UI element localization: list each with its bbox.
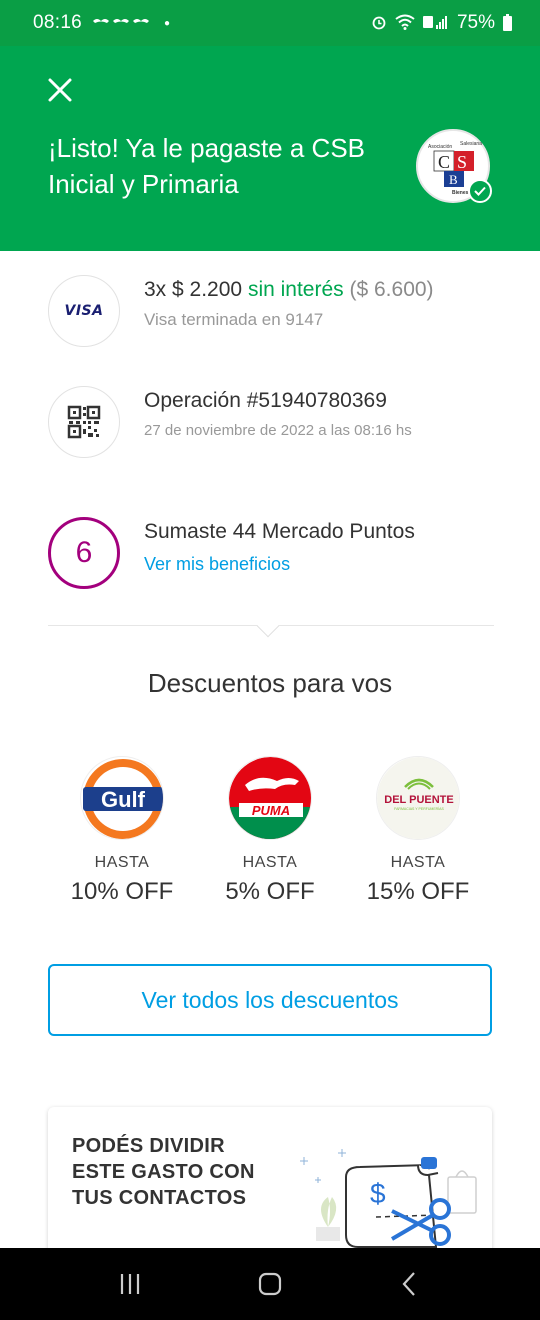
installments-total: ($ 6.600) [349, 278, 434, 301]
visa-icon: VISA [64, 303, 104, 319]
back-button[interactable] [380, 1254, 440, 1314]
split-text: PODÉS DIVIDIR ESTE GASTO CON TUS CONTACT… [72, 1135, 255, 1209]
interest-label: sin interés [247, 278, 344, 301]
check-icon [474, 186, 486, 196]
status-bar: 08:16 ● 75% [0, 0, 540, 46]
verified-badge [468, 179, 492, 203]
system-nav-bar [0, 1248, 540, 1320]
points-info: Sumaste 44 Mercado Puntos Ver mis benefi… [144, 517, 524, 577]
discount-value: 15% OFF [366, 878, 470, 905]
split-expense-card[interactable]: PODÉS DIVIDIR ESTE GASTO CON TUS CONTACT… [48, 1107, 492, 1267]
points-row: 6 Sumaste 44 Mercado Puntos Ver mis bene… [48, 517, 508, 589]
all-discounts-button[interactable]: Ver todos los descuentos [48, 964, 492, 1036]
success-header: ¡Listo! Ya le pagaste a CSB Inicial y Pr… [0, 46, 540, 251]
logo-text-2: Salesiana [460, 141, 482, 147]
merchant-logo: Asociación Salesiana C S B Bienestar [416, 129, 492, 203]
card-brand-icon: VISA [48, 275, 120, 347]
operation-info: Operación #51940780369 27 de noviembre d… [144, 386, 524, 444]
logo-text-1: Asociación [428, 144, 452, 150]
card-info: Visa terminada en 9147 [144, 310, 324, 329]
qr-icon [67, 405, 101, 439]
discount-del-puente[interactable]: DEL PUENTE FARMACIAS Y PERFUMERÍAS HASTA… [343, 756, 493, 906]
benefits-link[interactable]: Ver mis beneficios [144, 551, 524, 577]
discount-label: HASTA [242, 854, 298, 871]
split-dollar-symbol: $ [370, 1178, 386, 1209]
discount-value: 10% OFF [70, 878, 174, 905]
points-title: Sumaste 44 Mercado Puntos [144, 520, 415, 543]
points-level-badge: 6 [48, 517, 120, 589]
payment-row: VISA 3x $ 2.200 sin interés ($ 6.600) Vi… [48, 275, 508, 347]
qr-icon-circle [48, 386, 120, 458]
installments: 3x $ 2.200 sin interés ($ 6.600) [144, 275, 524, 305]
operation-date: 27 de noviembre de 2022 a las 08:16 hs [144, 422, 412, 439]
discount-label: HASTA [390, 854, 446, 871]
operation-number: Operación #51940780369 [144, 389, 387, 412]
close-icon [48, 78, 72, 102]
puma-logo-text: PUMA [252, 803, 290, 818]
close-button[interactable] [44, 74, 76, 106]
status-time: 08:16 [33, 12, 83, 33]
back-icon [402, 1272, 415, 1296]
divider-notch [256, 614, 280, 638]
recent-apps-icon [120, 1274, 140, 1294]
operation-row: Operación #51940780369 27 de noviembre d… [48, 386, 508, 458]
alarm-icon [371, 14, 387, 33]
logo-text-b: B [449, 172, 458, 187]
page-title: ¡Listo! Ya le pagaste a CSB Inicial y Pr… [48, 133, 366, 199]
logo-text-c: C [438, 152, 450, 172]
battery-icon [503, 13, 512, 31]
del-puente-logo: DEL PUENTE FARMACIAS Y PERFUMERÍAS [376, 756, 460, 840]
status-right: 75% [371, 12, 512, 34]
notification-icons [92, 15, 152, 32]
payment-info: 3x $ 2.200 sin interés ($ 6.600) Visa te… [144, 275, 524, 333]
logo-text-s: S [457, 152, 467, 172]
gulf-logo-text: Gulf [101, 787, 146, 812]
home-button[interactable] [240, 1254, 300, 1314]
discount-value: 5% OFF [225, 878, 315, 905]
installments-amount: 3x $ 2.200 [144, 278, 243, 301]
home-icon [258, 1272, 282, 1296]
battery-percent: 75% [456, 12, 495, 33]
gulf-logo: Gulf [80, 756, 164, 840]
recent-apps-button[interactable] [100, 1254, 160, 1314]
puma-logo: PUMA [228, 756, 312, 840]
del-puente-logo-subtext: FARMACIAS Y PERFUMERÍAS [394, 807, 444, 811]
bird-icon [93, 18, 150, 23]
discounts-title: Descuentos para vos [147, 668, 393, 698]
signal-icon [422, 14, 449, 33]
wifi-icon [395, 14, 415, 33]
discount-label: HASTA [94, 854, 150, 871]
notification-dot: ● [164, 17, 171, 29]
del-puente-logo-text: DEL PUENTE [384, 794, 453, 806]
discount-gulf[interactable]: Gulf HASTA 10% OFF [47, 756, 197, 906]
discount-puma[interactable]: PUMA HASTA 5% OFF [195, 756, 345, 906]
